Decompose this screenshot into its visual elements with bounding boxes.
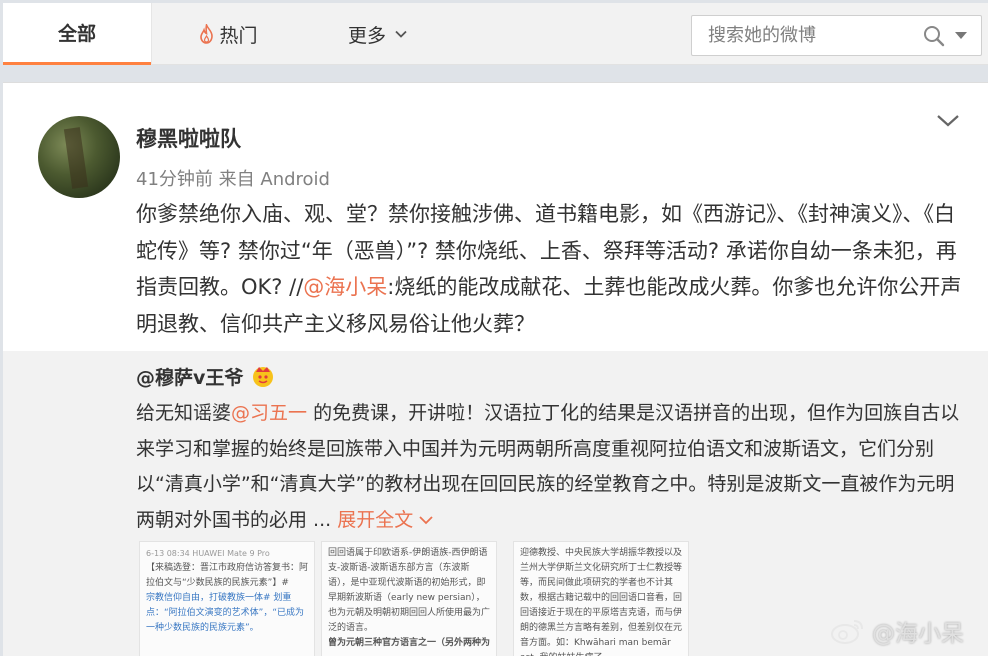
chevron-down-icon bbox=[419, 516, 433, 525]
post-mention-link[interactable]: @海小呆 bbox=[303, 275, 387, 299]
tab-all-label: 全部 bbox=[57, 23, 96, 45]
tab-more[interactable]: 更多 bbox=[303, 3, 453, 65]
reposted-weibo: @穆萨v王爷 给无知谣婆@习五一 的免费课，开讲啦！汉语拉丁化的结果是汉语拼音的… bbox=[3, 351, 988, 656]
post-author-name[interactable]: 穆黑啦啦队 bbox=[136, 123, 241, 153]
weibo-watermark: @海小呆 bbox=[830, 614, 964, 648]
tab-more-label: 更多 bbox=[347, 24, 386, 47]
repost-author-name[interactable]: @穆萨v王爷 bbox=[136, 363, 243, 390]
post-menu-chevron-icon[interactable] bbox=[935, 113, 961, 129]
profile-search-box bbox=[691, 15, 982, 56]
tab-divider bbox=[151, 3, 152, 65]
tab-hot-label: 热门 bbox=[219, 24, 258, 47]
thumb-text-line: 迎德教授、中央民族大学胡振华教授以及兰州大学伊斯兰文化研究所丁士仁教授等等，而民… bbox=[520, 548, 683, 656]
expand-full-text-link[interactable]: 展开全文 bbox=[337, 509, 433, 531]
post-source-prefix: 来自 bbox=[218, 169, 255, 190]
repost-mention-link[interactable]: @习五一 bbox=[231, 402, 307, 424]
profile-tab-bar: 全部 热门 更多 bbox=[3, 3, 988, 65]
avatar[interactable] bbox=[38, 116, 120, 198]
tab-all[interactable]: 全部 bbox=[3, 3, 151, 65]
dropdown-caret-icon[interactable] bbox=[955, 32, 967, 40]
image-thumbnail[interactable]: 迎德教授、中央民族大学胡振华教授以及兰州大学伊斯兰文化研究所丁士仁教授等等，而民… bbox=[513, 541, 689, 656]
weibo-post-card: 穆黑啦啦队 41分钟前 来自 Android 你爹禁绝你入庙、观、堂？禁你接触涉… bbox=[3, 82, 988, 656]
fire-icon bbox=[200, 24, 214, 44]
image-thumbnails: 6-13 08:34 HUAWEI Mate 9 Pro 【来稿选登：晋江市政府… bbox=[136, 541, 696, 656]
thumb-text-line: 曾为元朝三种官方语言之一（另外两种为 bbox=[328, 638, 491, 648]
post-meta: 41分钟前 来自 Android bbox=[136, 165, 330, 191]
thumb-text-line: 【来稿选登：晋江市政府信访答复书：阿拉伯文与“少数民族的民族元素”】# bbox=[146, 563, 309, 588]
weibo-logo-icon bbox=[831, 620, 863, 644]
expand-label: 展开全文 bbox=[337, 508, 414, 531]
chevron-down-icon bbox=[395, 30, 407, 38]
post-text: 你爹禁绝你入庙、观、堂？禁你接触涉佛、道书籍电影，如《西游记》、《封神演义》、《… bbox=[136, 196, 971, 342]
repost-text-start: 给无知谣婆 bbox=[136, 402, 232, 424]
image-thumbnail[interactable]: 回回语属于印欧语系-伊朗语族-西伊朗语支-波斯语-波斯语东部方言（东波斯语），是… bbox=[321, 541, 497, 656]
tab-hot[interactable]: 热门 bbox=[153, 3, 303, 65]
repost-text: 给无知谣婆@习五一 的免费课，开讲啦！汉语拉丁化的结果是汉语拼音的出现，但作为回… bbox=[136, 396, 966, 538]
image-thumbnail[interactable]: 6-13 08:34 HUAWEI Mate 9 Pro 【来稿选登：晋江市政府… bbox=[139, 541, 315, 656]
crown-icon bbox=[253, 367, 273, 387]
search-icon[interactable] bbox=[922, 24, 946, 48]
search-input[interactable] bbox=[692, 16, 912, 55]
thumb-status-bar: 6-13 08:34 HUAWEI Mate 9 Pro bbox=[146, 549, 270, 558]
post-source: Android bbox=[260, 169, 330, 190]
watermark-text: @海小呆 bbox=[872, 621, 964, 647]
post-time[interactable]: 41分钟前 bbox=[136, 169, 213, 190]
thumb-text-line: 回回语属于印欧语系-伊朗语族-西伊朗语支-波斯语-波斯语东部方言（东波斯语），是… bbox=[328, 548, 491, 633]
thumb-text-line: 宗教信仰自由，打破教族一体# 划重点：“阿拉伯文演变的艺术体”，“已成为一种少数… bbox=[146, 593, 304, 633]
